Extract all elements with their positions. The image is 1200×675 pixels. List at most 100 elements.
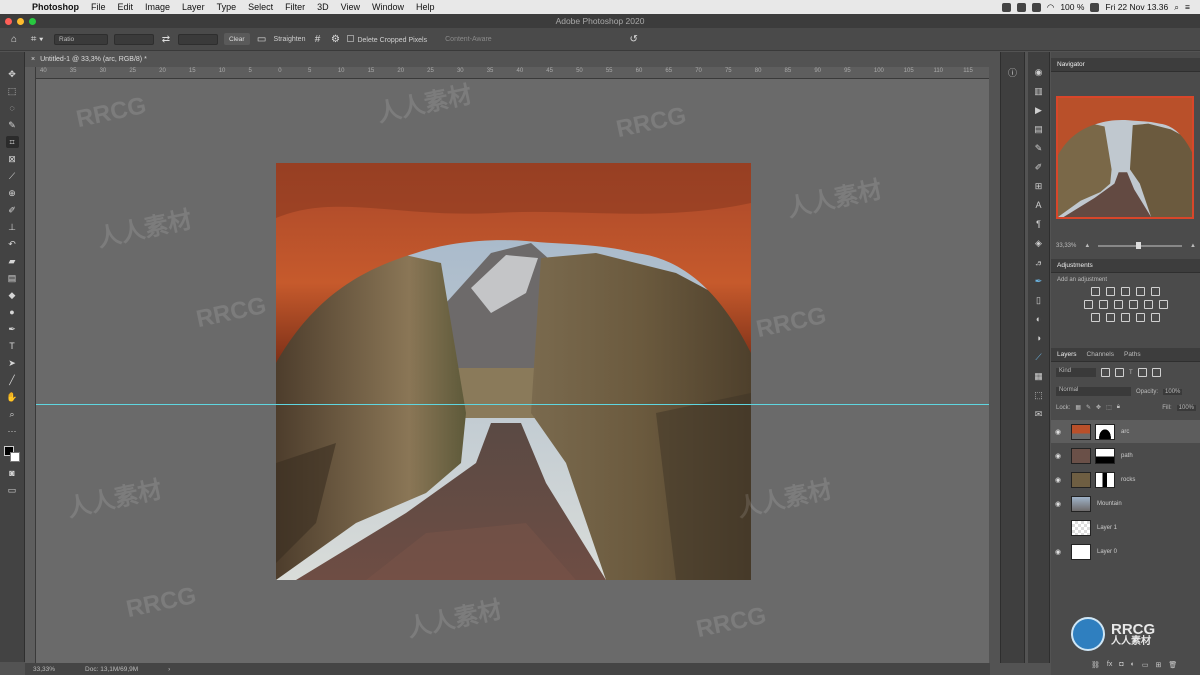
status-menu-icon[interactable]: › bbox=[168, 666, 170, 673]
close-tab-icon[interactable]: × bbox=[31, 56, 35, 63]
layer-row-path[interactable]: ◉ path bbox=[1051, 444, 1200, 467]
paragraph-panel-icon[interactable]: ¶ bbox=[1033, 218, 1045, 230]
3d-panel-icon[interactable]: ◈ bbox=[1033, 237, 1045, 249]
move-tool-icon[interactable]: ✥ bbox=[6, 68, 19, 80]
navigator-thumbnail[interactable] bbox=[1056, 96, 1194, 219]
swatches-panel-icon[interactable]: ▦ bbox=[1033, 370, 1045, 382]
clear-button[interactable]: Clear bbox=[224, 33, 250, 45]
link-layers-icon[interactable]: ⛓ bbox=[1091, 661, 1100, 669]
clock-text[interactable]: Fri 22 Nov 13.36 bbox=[1105, 2, 1168, 12]
filter-pixel-icon[interactable] bbox=[1101, 368, 1110, 377]
history-panel-icon[interactable]: ▤ bbox=[1033, 123, 1045, 135]
visibility-eye-icon[interactable]: ◉ bbox=[1051, 452, 1065, 460]
fill-field[interactable]: 100% bbox=[1176, 404, 1196, 411]
healing-brush-tool-icon[interactable]: ⊕ bbox=[6, 187, 19, 199]
visibility-eye-icon[interactable]: ◉ bbox=[1051, 548, 1065, 556]
crop-tool-icon[interactable]: ⌗ bbox=[5, 136, 19, 148]
channel-mixer-icon[interactable] bbox=[1143, 300, 1153, 309]
menu-file[interactable]: File bbox=[85, 2, 112, 12]
marquee-tool-icon[interactable]: ⬚ bbox=[6, 85, 19, 97]
layer-name[interactable]: path bbox=[1121, 453, 1133, 459]
path-selection-tool-icon[interactable]: ➤ bbox=[6, 357, 19, 369]
menu-view[interactable]: View bbox=[335, 2, 366, 12]
layer-row-layer-1[interactable]: Layer 1 bbox=[1051, 516, 1200, 539]
exposure-icon[interactable] bbox=[1136, 287, 1145, 296]
menu-layer[interactable]: Layer bbox=[176, 2, 211, 12]
menu-3d[interactable]: 3D bbox=[311, 2, 335, 12]
lock-paint-icon[interactable]: ✎ bbox=[1086, 404, 1091, 411]
navigator-panel-header[interactable]: Navigator bbox=[1051, 58, 1200, 72]
navigator-tab[interactable]: Navigator bbox=[1057, 61, 1085, 68]
layer-name[interactable]: arc bbox=[1121, 429, 1129, 435]
curves-icon[interactable] bbox=[1121, 287, 1130, 296]
timeline-panel-icon[interactable]: ⬚ bbox=[1033, 389, 1045, 401]
zoom-out-icon[interactable]: ▲ bbox=[1084, 243, 1090, 249]
background-color-swatch[interactable] bbox=[10, 452, 20, 462]
photo-filter-icon[interactable] bbox=[1128, 300, 1138, 309]
search-icon[interactable]: ⌕ bbox=[1174, 2, 1179, 13]
new-adjustment-icon[interactable]: ◐ bbox=[1131, 661, 1135, 669]
selective-color-icon[interactable] bbox=[1151, 313, 1160, 322]
zoom-tool-icon[interactable]: ⌕ bbox=[6, 408, 19, 420]
posterize-icon[interactable] bbox=[1106, 313, 1115, 322]
content-aware-checkbox[interactable]: Content-Aware bbox=[445, 36, 492, 43]
navigator-panel-icon[interactable]: ◉ bbox=[1033, 66, 1045, 78]
adjustments-tab[interactable]: Adjustments bbox=[1057, 262, 1093, 269]
lock-artboard-icon[interactable]: ⬚ bbox=[1106, 404, 1112, 411]
more-tools-icon[interactable]: ··· bbox=[6, 425, 19, 437]
lock-position-icon[interactable]: ✥ bbox=[1096, 404, 1101, 411]
reset-icon[interactable]: ↺ bbox=[628, 33, 640, 45]
layer-mask-thumbnail[interactable] bbox=[1095, 471, 1115, 488]
menu-filter[interactable]: Filter bbox=[279, 2, 311, 12]
notes-panel-icon[interactable]: ✉ bbox=[1033, 408, 1045, 420]
lasso-tool-icon[interactable]: ◌ bbox=[6, 102, 19, 114]
new-layer-icon[interactable]: ⊞ bbox=[1155, 661, 1161, 669]
control-center-icon[interactable]: ≡ bbox=[1185, 2, 1190, 12]
menu-edit[interactable]: Edit bbox=[112, 2, 140, 12]
layer-name[interactable]: Layer 0 bbox=[1097, 549, 1117, 555]
levels-icon[interactable] bbox=[1106, 287, 1115, 296]
eyedropper-tool-icon[interactable]: ⟋ bbox=[6, 170, 19, 182]
tab-channels[interactable]: Channels bbox=[1087, 351, 1114, 358]
menu-select[interactable]: Select bbox=[242, 2, 279, 12]
visibility-eye-icon[interactable]: ◉ bbox=[1051, 476, 1065, 484]
menu-window[interactable]: Window bbox=[366, 2, 410, 12]
navigator-zoom-slider[interactable] bbox=[1098, 242, 1183, 249]
layer-mask-thumbnail[interactable] bbox=[1095, 423, 1115, 440]
eraser-tool-icon[interactable]: ▰ bbox=[6, 255, 19, 267]
filter-smart-icon[interactable] bbox=[1151, 368, 1161, 377]
ratio-height-field[interactable] bbox=[178, 33, 218, 45]
history-brush-tool-icon[interactable]: ↶ bbox=[6, 238, 19, 250]
actions-panel-icon[interactable]: ▶ bbox=[1033, 104, 1045, 116]
overlay-grid-icon[interactable]: # bbox=[311, 33, 323, 45]
paths-brush-icon[interactable]: ⟋ bbox=[1033, 351, 1045, 363]
menu-type[interactable]: Type bbox=[211, 2, 243, 12]
brush-settings-icon[interactable]: ✐ bbox=[1033, 161, 1045, 173]
layer-mask-thumbnail[interactable] bbox=[1095, 447, 1115, 464]
tab-layers[interactable]: Layers bbox=[1057, 351, 1077, 358]
layer-name[interactable]: Mountain bbox=[1097, 501, 1122, 507]
layer-row-mountain[interactable]: ◉ Mountain bbox=[1051, 492, 1200, 515]
quick-mask-icon[interactable]: ◙ bbox=[6, 467, 19, 479]
crop-tool-preset-icon[interactable]: ⌗ ▾ bbox=[26, 33, 48, 45]
brush-panel-icon[interactable]: ✎ bbox=[1033, 142, 1045, 154]
device-preview-icon[interactable]: ▯ bbox=[1033, 294, 1045, 306]
bluetooth-icon[interactable] bbox=[1031, 2, 1041, 12]
black-white-icon[interactable] bbox=[1113, 300, 1123, 309]
blur-tool-icon[interactable]: ◆ bbox=[6, 289, 19, 301]
ruler-vertical[interactable] bbox=[25, 67, 36, 663]
visibility-eye-icon[interactable]: ◉ bbox=[1051, 500, 1065, 508]
ratio-width-field[interactable] bbox=[114, 33, 154, 45]
ratio-select[interactable]: Ratio bbox=[54, 33, 108, 45]
color-swatches[interactable] bbox=[4, 446, 20, 462]
document-artwork[interactable] bbox=[276, 163, 751, 580]
new-group-icon[interactable]: ▭ bbox=[1142, 661, 1149, 669]
menu-help[interactable]: Help bbox=[410, 2, 441, 12]
screen-icon[interactable] bbox=[1016, 2, 1026, 12]
styles-panel-icon[interactable]: ◑ bbox=[1033, 332, 1045, 344]
lock-transparent-icon[interactable]: ▦ bbox=[1075, 404, 1081, 411]
hand-tool-icon[interactable]: ✋ bbox=[6, 391, 19, 403]
navigator-zoom-value[interactable]: 33,33% bbox=[1056, 243, 1076, 249]
glyphs-panel-icon[interactable]: ꭿ bbox=[1033, 256, 1045, 268]
layer-name[interactable]: rocks bbox=[1121, 477, 1135, 483]
